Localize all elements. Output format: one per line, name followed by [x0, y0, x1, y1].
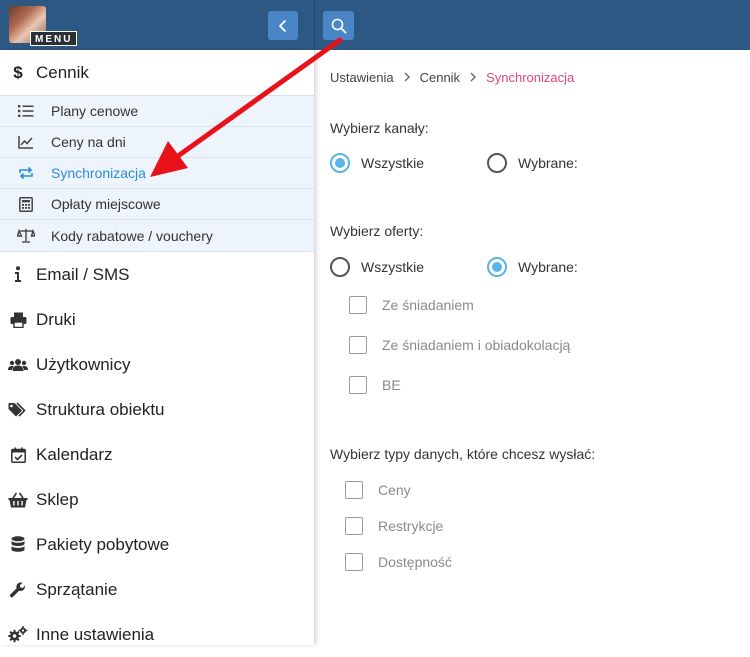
checkbox-label: BE [382, 377, 401, 393]
sidebar-item-label: Użytkownicy [36, 354, 131, 374]
sidebar-subitem-label: Ceny na dni [51, 134, 126, 150]
checkbox[interactable] [345, 481, 363, 499]
chevron-right-icon [404, 70, 410, 85]
data-type-checkbox-item[interactable]: Ceny [345, 481, 411, 499]
offers-selected-option[interactable]: Wybrane: [487, 257, 578, 277]
channels-selected-option[interactable]: Wybrane: [487, 153, 578, 173]
sidebar-item-sklep[interactable]: Sklep [0, 477, 314, 522]
users-icon [8, 355, 28, 375]
data-type-checkbox-item[interactable]: Dostępność [345, 553, 452, 571]
collapse-sidebar-button[interactable] [268, 11, 298, 40]
sidebar-subitem-ceny-na-dni[interactable]: Ceny na dni [0, 127, 314, 158]
checkbox[interactable] [345, 517, 363, 535]
radio-button[interactable] [487, 153, 507, 173]
radio-label: Wszystkie [361, 155, 424, 171]
sidebar-item-email-sms[interactable]: Email / SMS [0, 252, 314, 297]
radio-label: Wszystkie [361, 259, 424, 275]
chevron-left-icon [279, 19, 286, 32]
calculator-icon [17, 196, 35, 212]
checkbox-label: Restrykcje [378, 518, 444, 534]
basket-icon [8, 490, 28, 510]
radio-label: Wybrane: [518, 259, 578, 275]
offer-checkbox-item[interactable]: Ze śniadaniem i obiadokolacją [349, 336, 570, 354]
checkbox-label: Ze śniadaniem [382, 297, 474, 313]
sidebar-item-label: Cennik [36, 62, 89, 82]
sync-icon [17, 165, 35, 181]
sidebar-item-label: Pakiety pobytowe [36, 534, 170, 554]
sidebar-subitem-oplaty-miejscowe[interactable]: Opłaty miejscowe [0, 189, 314, 220]
checkbox-label: Ze śniadaniem i obiadokolacją [382, 337, 571, 353]
sidebar-item-struktura-obiektu[interactable]: Struktura obiektu [0, 387, 314, 432]
offers-label: Wybierz oferty: [330, 223, 424, 239]
search-icon [331, 18, 346, 33]
sidebar-subitem-synchronizacja[interactable]: Synchronizacja [0, 158, 314, 189]
list-icon [17, 103, 35, 119]
top-bar: MENU [0, 0, 750, 50]
menu-badge[interactable]: MENU [30, 31, 78, 46]
breadcrumb-current: Synchronizacja [486, 70, 575, 85]
sidebar-subitem-kody-rabatowe[interactable]: Kody rabatowe / vouchery [0, 220, 314, 251]
sidebar-item-label: Email / SMS [36, 264, 130, 284]
tags-icon [8, 400, 28, 420]
cennik-submenu: Plany cenowe Ceny na dni Synchronizacja … [0, 95, 314, 252]
channels-radio-group: Wszystkie Wybrane: [330, 153, 578, 173]
balance-scale-icon [17, 228, 35, 244]
sidebar-subitem-label: Kody rabatowe / vouchery [51, 227, 213, 244]
dollar-icon: $ [13, 62, 23, 82]
checkbox-label: Ceny [378, 482, 411, 498]
sidebar-item-uzytkownicy[interactable]: Użytkownicy [0, 342, 314, 387]
sidebar-item-kalendarz[interactable]: Kalendarz [0, 432, 314, 477]
checkbox[interactable] [345, 553, 363, 571]
sidebar-subitem-plany-cenowe[interactable]: Plany cenowe [0, 96, 314, 127]
sidebar-item-label: Kalendarz [36, 444, 113, 464]
main-content: Ustawienia Cennik Synchronizacja Wybierz… [316, 50, 750, 645]
breadcrumb-link-cennik[interactable]: Cennik [420, 70, 460, 85]
channels-all-option[interactable]: Wszystkie [330, 153, 487, 173]
checkbox-label: Dostępność [378, 554, 452, 570]
sidebar-item-cennik[interactable]: $ Cennik [0, 50, 314, 95]
checkbox[interactable] [349, 336, 367, 354]
chevron-right-icon [470, 70, 477, 85]
sidebar: $ Cennik Plany cenowe Ceny na dni Synchr… [0, 50, 315, 645]
sidebar-item-label: Sklep [36, 489, 79, 509]
data-types-label: Wybierz typy danych, które chcesz wysłać… [330, 446, 596, 462]
channels-label: Wybierz kanały: [330, 120, 429, 136]
checkbox[interactable] [349, 376, 367, 394]
sidebar-subitem-label: Plany cenowe [51, 103, 139, 119]
data-type-checkbox-item[interactable]: Restrykcje [345, 517, 443, 535]
offers-radio-group: Wszystkie Wybrane: [330, 257, 578, 277]
offer-checkbox-item[interactable]: BE [349, 376, 401, 394]
sidebar-item-inne-ustawienia[interactable]: Inne ustawienia [0, 612, 314, 657]
sidebar-item-label: Druki [36, 309, 76, 329]
breadcrumb: Ustawienia Cennik Synchronizacja [330, 70, 574, 85]
printer-icon [8, 310, 28, 330]
database-icon [8, 535, 28, 555]
checkbox[interactable] [349, 296, 367, 314]
breadcrumb-link-ustawienia[interactable]: Ustawienia [330, 70, 394, 85]
sidebar-header: MENU [0, 0, 315, 50]
sidebar-item-sprzatanie[interactable]: Sprzątanie [0, 567, 314, 612]
radio-label: Wybrane: [518, 155, 578, 171]
radio-button[interactable] [330, 153, 350, 173]
sidebar-item-pakiety-pobytowe[interactable]: Pakiety pobytowe [0, 522, 314, 567]
line-chart-icon [17, 134, 35, 150]
info-icon [8, 265, 28, 285]
wrench-icon [8, 580, 28, 600]
offers-all-option[interactable]: Wszystkie [330, 257, 487, 277]
sidebar-item-label: Struktura obiektu [36, 399, 165, 419]
gears-icon [8, 625, 28, 645]
sidebar-subitem-label: Opłaty miejscowe [51, 196, 161, 212]
calendar-check-icon [8, 445, 28, 465]
sidebar-item-druki[interactable]: Druki [0, 297, 314, 342]
sidebar-item-label: Sprzątanie [36, 579, 118, 599]
sidebar-subitem-label: Synchronizacja [51, 165, 146, 181]
radio-button[interactable] [487, 257, 507, 277]
offer-checkbox-item[interactable]: Ze śniadaniem [349, 296, 474, 314]
search-button[interactable] [323, 11, 354, 40]
sidebar-item-label: Inne ustawienia [36, 624, 155, 644]
radio-button[interactable] [330, 257, 350, 277]
